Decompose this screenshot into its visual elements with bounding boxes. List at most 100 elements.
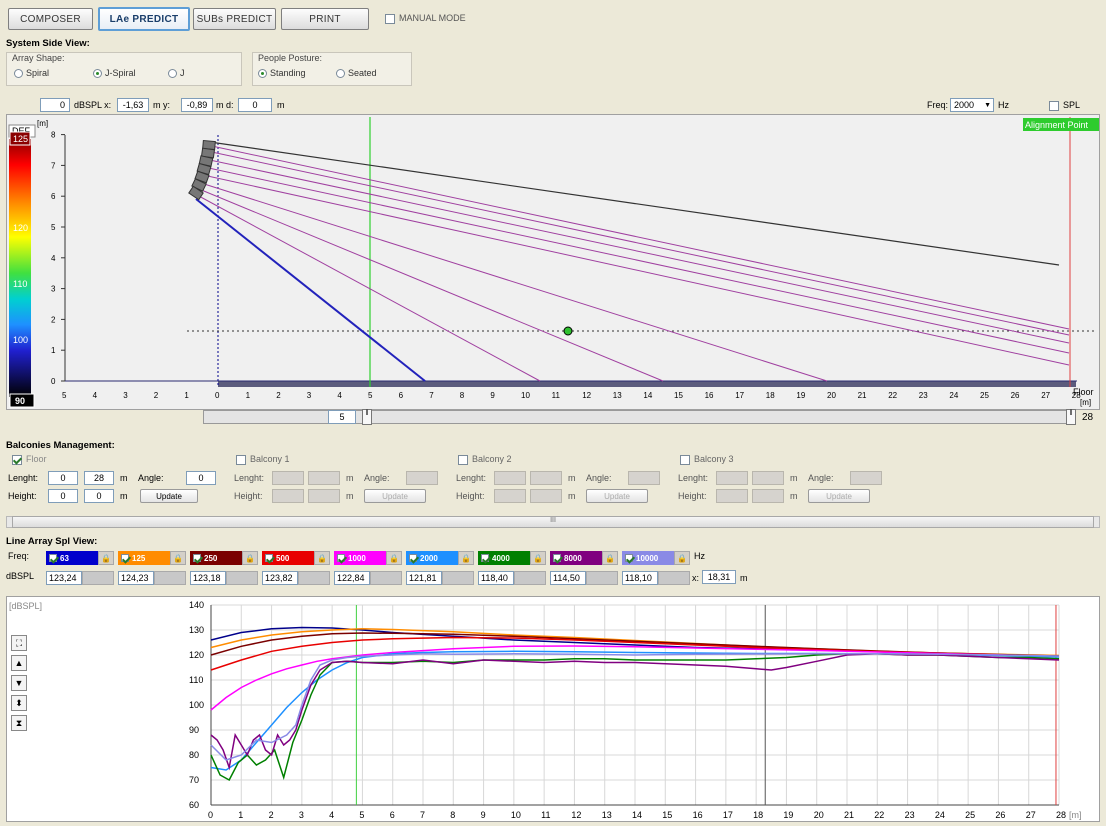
floor-height-from[interactable]: 0 bbox=[48, 489, 78, 503]
spl-toggle[interactable]: SPL bbox=[1049, 100, 1080, 111]
spl-checkbox[interactable] bbox=[1049, 100, 1059, 111]
band-checkbox[interactable] bbox=[481, 554, 489, 562]
balcony-checkbox[interactable] bbox=[458, 454, 468, 465]
balcony-1-toggle[interactable]: Balcony 1 bbox=[236, 454, 290, 465]
print-button[interactable]: PRINT bbox=[281, 8, 369, 30]
band-checkbox[interactable] bbox=[337, 554, 345, 562]
band-125-swatch[interactable]: 125 bbox=[118, 551, 170, 565]
expand-vertical-icon[interactable]: ⬍ bbox=[11, 695, 27, 711]
band-10000-extra bbox=[658, 571, 690, 585]
band-250-swatch[interactable]: 250 bbox=[190, 551, 242, 565]
balcony-length-from[interactable] bbox=[494, 471, 526, 485]
band-500-dbspl: 123,82 bbox=[262, 571, 298, 585]
range-left-handle[interactable]: ‖ bbox=[362, 409, 372, 425]
x-tick-label: 3 bbox=[123, 391, 128, 400]
floor-length-to[interactable]: 28 bbox=[84, 471, 114, 485]
lock-icon[interactable]: 🔒 bbox=[674, 551, 690, 565]
lock-icon[interactable]: 🔒 bbox=[458, 551, 474, 565]
balcony-checkbox[interactable] bbox=[680, 454, 690, 465]
posture-standing-option[interactable]: Standing bbox=[258, 68, 306, 79]
shape-j-option[interactable]: J bbox=[168, 68, 185, 79]
radio-selected-icon[interactable] bbox=[93, 69, 102, 79]
balcony-length-from[interactable] bbox=[272, 471, 304, 485]
band-checkbox[interactable] bbox=[49, 554, 57, 562]
band-63-swatch[interactable]: 63 bbox=[46, 551, 98, 565]
radio-icon[interactable] bbox=[14, 69, 23, 79]
balconies-scroll-thumb[interactable]: III bbox=[12, 516, 1094, 528]
balcony-height-to[interactable] bbox=[530, 489, 562, 503]
balcony-height-from[interactable] bbox=[272, 489, 304, 503]
radio-icon[interactable] bbox=[168, 69, 177, 79]
scroll-up-icon[interactable]: ▲ bbox=[11, 655, 27, 671]
posture-seated-option[interactable]: Seated bbox=[336, 68, 377, 79]
balcony-checkbox[interactable] bbox=[236, 454, 246, 465]
balcony-length-from[interactable] bbox=[716, 471, 748, 485]
line-array-speakers[interactable] bbox=[188, 139, 216, 201]
balcony-update-button[interactable]: Update bbox=[364, 489, 426, 503]
balcony-angle-field[interactable] bbox=[628, 471, 660, 485]
composer-button[interactable]: COMPOSER bbox=[8, 8, 93, 30]
lock-icon[interactable]: 🔒 bbox=[602, 551, 618, 565]
subs-predict-button[interactable]: SUBs PREDICT bbox=[193, 8, 276, 30]
floor-length-from[interactable]: 0 bbox=[48, 471, 78, 485]
band-500-swatch[interactable]: 500 bbox=[262, 551, 314, 565]
balcony-height-from[interactable] bbox=[716, 489, 748, 503]
spl-x-field[interactable]: 18,31 bbox=[702, 570, 736, 584]
listener-point[interactable] bbox=[563, 326, 573, 336]
band-8000-swatch[interactable]: 8000 bbox=[550, 551, 602, 565]
side-y-unit: [m] bbox=[37, 119, 48, 128]
manual-mode-toggle[interactable]: MANUAL MODE bbox=[385, 13, 466, 24]
manual-mode-checkbox[interactable] bbox=[385, 13, 395, 24]
radio-selected-icon[interactable] bbox=[258, 69, 267, 79]
spl-chart-panel[interactable]: [dBSPL] 0 1 2 3 4 5 6 7 8 9 10 11 12 13 14 15 16 17 18 19 20… bbox=[6, 596, 1100, 822]
band-checkbox[interactable] bbox=[409, 554, 417, 562]
scroll-down-icon[interactable]: ▼ bbox=[11, 675, 27, 691]
balcony-3-toggle[interactable]: Balcony 3 bbox=[680, 454, 734, 465]
lock-icon[interactable]: 🔒 bbox=[98, 551, 114, 565]
shape-spiral-option[interactable]: Spiral bbox=[14, 68, 49, 79]
balcony-length-to[interactable] bbox=[752, 471, 784, 485]
floor-update-button[interactable]: Update bbox=[140, 489, 198, 503]
band-checkbox[interactable] bbox=[625, 554, 633, 562]
band-freq-label: 8000 bbox=[564, 553, 582, 563]
lae-predict-button[interactable]: LAe PREDICT bbox=[98, 7, 190, 31]
balcony-update-button[interactable]: Update bbox=[808, 489, 870, 503]
lock-icon[interactable]: 🔒 bbox=[242, 551, 258, 565]
balcony-length-to[interactable] bbox=[530, 471, 562, 485]
balcony-height-to[interactable] bbox=[308, 489, 340, 503]
spl-chart-svg[interactable]: 0 1 2 3 4 5 6 7 8 9 10 11 12 13 14 15 16 17 18 19 20 21 22 23 24… bbox=[7, 597, 1101, 823]
band-checkbox[interactable] bbox=[121, 554, 129, 562]
x-tick-label: 15 bbox=[662, 810, 672, 820]
balcony-height-to[interactable] bbox=[752, 489, 784, 503]
fit-view-icon[interactable]: ⛶ bbox=[11, 635, 27, 651]
balcony-length-to[interactable] bbox=[308, 471, 340, 485]
side-view-svg[interactable]: DEF [m] 125 120 110 100 90 012345678 543… bbox=[7, 115, 1101, 411]
balcony-height-from[interactable] bbox=[494, 489, 526, 503]
shape-jspiral-option[interactable]: J-Spiral bbox=[93, 68, 136, 79]
band-1000-swatch[interactable]: 1000 bbox=[334, 551, 386, 565]
side-view-panel[interactable]: DEF [m] 125 120 110 100 90 012345678 543… bbox=[6, 114, 1100, 410]
band-checkbox[interactable] bbox=[193, 554, 201, 562]
lock-icon[interactable]: 🔒 bbox=[386, 551, 402, 565]
band-checkbox[interactable] bbox=[265, 554, 273, 562]
floor-toggle[interactable]: Floor bbox=[12, 454, 47, 465]
balcony-height-unit: m bbox=[790, 491, 798, 501]
lock-icon[interactable]: 🔒 bbox=[530, 551, 546, 565]
balcony-angle-field[interactable] bbox=[406, 471, 438, 485]
balcony-update-button[interactable]: Update bbox=[586, 489, 648, 503]
collapse-vertical-icon[interactable]: ⧗ bbox=[11, 715, 27, 731]
floor-checkbox[interactable] bbox=[12, 454, 22, 465]
range-right-handle[interactable]: ‖ bbox=[1066, 409, 1076, 425]
lock-icon[interactable]: 🔒 bbox=[170, 551, 186, 565]
floor-angle-field[interactable]: 0 bbox=[186, 471, 216, 485]
freq-select[interactable]: 2000 ▼ bbox=[950, 98, 994, 112]
lock-icon[interactable]: 🔒 bbox=[314, 551, 330, 565]
band-2000-swatch[interactable]: 2000 bbox=[406, 551, 458, 565]
band-checkbox[interactable] bbox=[553, 554, 561, 562]
band-4000-swatch[interactable]: 4000 bbox=[478, 551, 530, 565]
band-10000-swatch[interactable]: 10000 bbox=[622, 551, 674, 565]
balcony-2-toggle[interactable]: Balcony 2 bbox=[458, 454, 512, 465]
radio-icon[interactable] bbox=[336, 69, 345, 79]
floor-height-to[interactable]: 0 bbox=[84, 489, 114, 503]
balcony-angle-field[interactable] bbox=[850, 471, 882, 485]
